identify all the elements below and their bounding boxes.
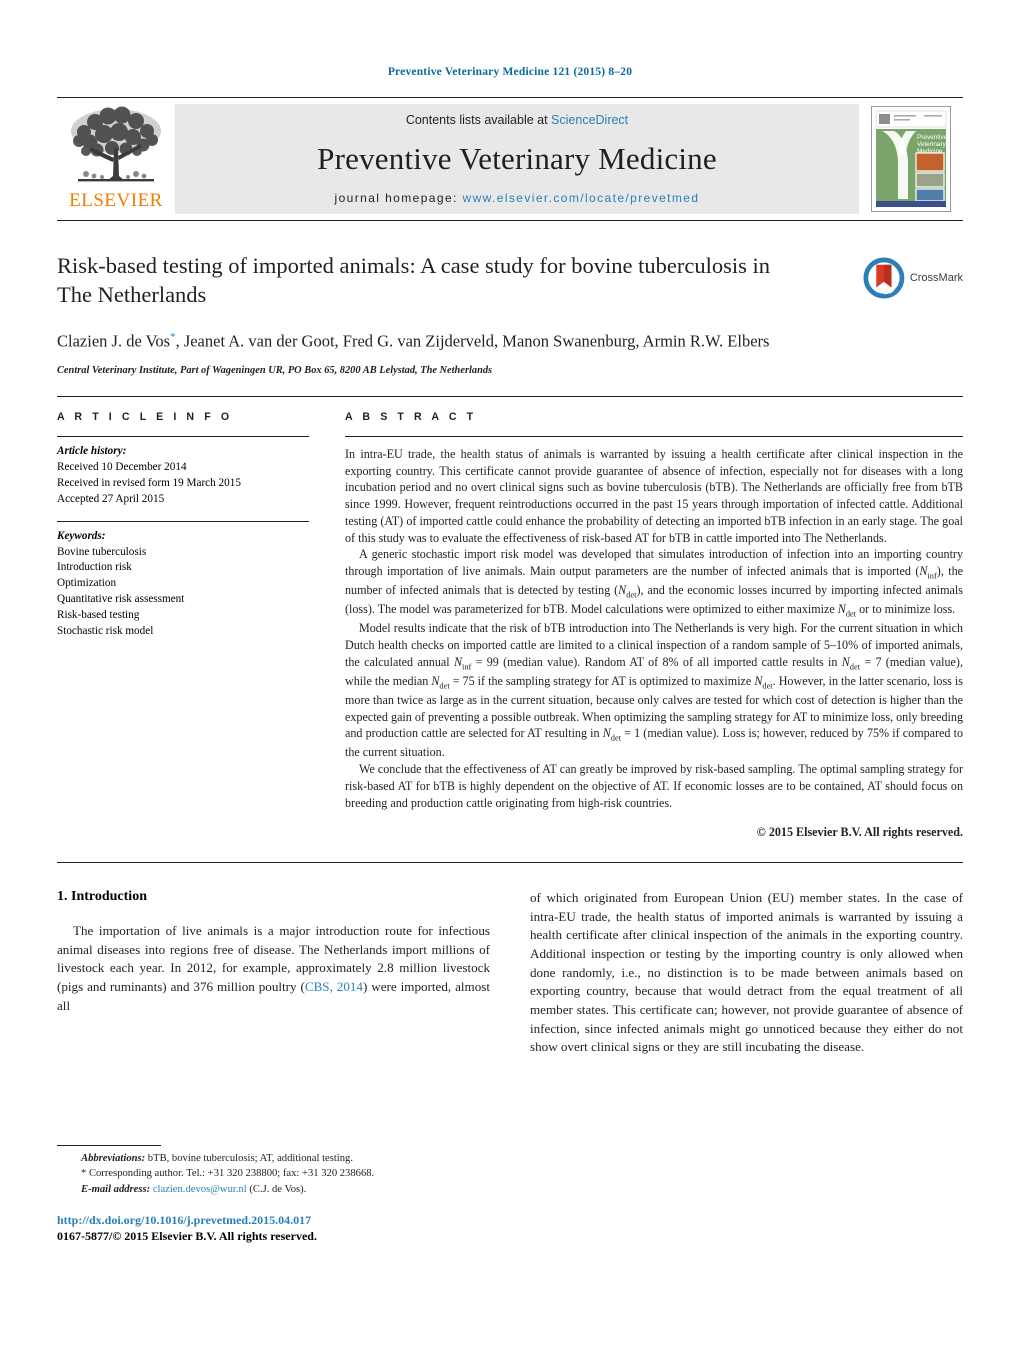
body-paragraph: The importation of live animals is a maj…: [57, 922, 490, 1015]
author-list: Clazien J. de Vos*, Jeanet A. van der Go…: [57, 330, 797, 353]
journal-homepage-link[interactable]: www.elsevier.com/locate/prevetmed: [463, 191, 700, 205]
abstract-text: A generic stochastic import risk model w…: [345, 547, 963, 579]
body-text-right: of which originated from European Union …: [530, 889, 963, 1057]
footer-doi-block: http://dx.doi.org/10.1016/j.prevetmed.20…: [57, 1212, 317, 1245]
abstract-heading: A B S T R A C T: [345, 411, 477, 423]
svg-text:Medicine: Medicine: [917, 148, 943, 155]
abstract-paragraph: We conclude that the effectiveness of AT…: [345, 762, 963, 810]
keywords-list: Keywords: Bovine tuberculosis Introducti…: [57, 522, 309, 640]
symbol-n: N: [453, 654, 463, 669]
sciencedirect-link[interactable]: ScienceDirect: [551, 113, 628, 127]
history-item: Received 10 December 2014: [57, 460, 187, 473]
subscript: inf: [462, 662, 472, 672]
journal-title: Preventive Veterinary Medicine: [317, 141, 717, 176]
article-first-page: Preventive Veterinary Medicine 121 (2015…: [0, 0, 1020, 1351]
keyword-item: Introduction risk: [57, 561, 132, 574]
subscript: det: [845, 609, 857, 619]
journal-homepage-line: journal homepage: www.elsevier.com/locat…: [335, 191, 700, 205]
corresponding-author-note: * Corresponding author. Tel.: +31 320 23…: [81, 1168, 375, 1180]
keywords-label: Keywords:: [57, 529, 106, 542]
article-history: Article history: Received 10 December 20…: [57, 437, 309, 508]
symbol-n: N: [618, 583, 627, 598]
article-info-heading: A R T I C L E I N F O: [57, 411, 233, 423]
abstract-paragraph: In intra-EU trade, the health status of …: [345, 447, 963, 545]
crossmark-badge[interactable]: CrossMark: [863, 253, 963, 303]
abstract-text: or to minimize loss.: [856, 602, 956, 617]
subscript: det: [439, 681, 450, 691]
info-abstract-row: A R T I C L E I N F O Article history: R…: [57, 411, 963, 841]
crossmark-label: CrossMark: [909, 272, 963, 284]
footnote-block: Abbreviations: bTB, bovine tuberculosis;…: [57, 1145, 477, 1197]
symbol-n: N: [841, 654, 850, 669]
subscript: det: [626, 590, 637, 600]
history-item: Received in revised form 19 March 2015: [57, 476, 241, 489]
keyword-item: Risk-based testing: [57, 609, 140, 622]
body-paragraph: of which originated from European Union …: [530, 890, 963, 1055]
abbreviations-label: Abbreviations:: [81, 1153, 146, 1164]
issn-copyright-line: 0167-5877/© 2015 Elsevier B.V. All right…: [57, 1229, 317, 1244]
keyword-item: Optimization: [57, 577, 117, 590]
abbreviations-text: bTB, bovine tuberculosis; AT, additional…: [145, 1153, 353, 1164]
elsevier-tree-icon: [71, 106, 161, 182]
abstract-text: = 75 if the sampling strategy for AT is …: [449, 673, 755, 688]
email-note: E-mail address: clazien.devos@wur.nl (C.…: [57, 1182, 477, 1197]
divider-below-abstract: [57, 862, 963, 864]
section-heading-introduction: 1. Introduction: [57, 889, 147, 905]
email-link[interactable]: clazien.devos@wur.nl: [153, 1184, 247, 1195]
email-label: E-mail address:: [81, 1183, 151, 1195]
subscript: inf: [927, 571, 937, 581]
abstract-paragraph: Model results indicate that the risk of …: [345, 620, 963, 761]
doi-link[interactable]: http://dx.doi.org/10.1016/j.prevetmed.20…: [57, 1212, 317, 1228]
abstract-paragraph: A generic stochastic import risk model w…: [345, 546, 963, 620]
author-names-rest: , Jeanet A. van der Goot, Fred G. van Zi…: [175, 331, 770, 350]
author-names: Clazien J. de Vos: [57, 331, 171, 350]
divider-above-abstract: [57, 396, 963, 397]
body-column-right: of which originated from European Union …: [530, 889, 963, 1057]
email-suffix: (C.J. de Vos).: [246, 1183, 307, 1195]
crossmark-icon: [863, 257, 905, 299]
subscript: det: [849, 662, 861, 672]
contents-prefix: Contents lists available at: [405, 113, 552, 127]
symbol-n: N: [602, 726, 611, 741]
body-column-left: 1. Introduction The importation of live …: [57, 889, 490, 1057]
journal-masthead: ELSEVIER Contents lists available at Sci…: [57, 97, 963, 221]
body-text-left: The importation of live animals is a maj…: [57, 922, 490, 1015]
journal-cover-artwork-icon: Preventive Veterinary Medicine: [872, 107, 950, 211]
elsevier-logo: ELSEVIER: [57, 98, 175, 220]
body-columns: 1. Introduction The importation of live …: [57, 889, 963, 1057]
article-history-label: Article history:: [57, 445, 127, 457]
copyright-line: © 2015 Elsevier B.V. All rights reserved…: [756, 825, 963, 840]
keyword-item: Quantitative risk assessment: [57, 593, 185, 606]
keyword-item: Stochastic risk model: [57, 625, 154, 638]
subscript: det: [610, 733, 622, 743]
subscript: det: [762, 681, 773, 691]
page-title: Risk-based testing of imported animals: …: [57, 253, 771, 308]
journal-cover-thumbnail: Preventive Veterinary Medicine: [859, 98, 963, 220]
abbreviations-note: Abbreviations: bTB, bovine tuberculosis;…: [57, 1151, 477, 1166]
sciencedirect-banner: Contents lists available at ScienceDirec…: [175, 104, 859, 214]
svg-text:Preventive: Preventive: [917, 134, 948, 141]
contents-available-line: Contents lists available at ScienceDirec…: [406, 113, 628, 127]
elsevier-wordmark: ELSEVIER: [69, 190, 163, 211]
citation-link-cbs-2014[interactable]: CBS, 2014: [305, 979, 363, 994]
title-block: CrossMark Risk-based testing of imported…: [57, 251, 963, 379]
keyword-item: Bovine tuberculosis: [57, 545, 147, 558]
svg-text:Veterinary: Veterinary: [917, 141, 947, 148]
abstract-body: In intra-EU trade, the health status of …: [345, 437, 963, 841]
running-head: Preventive Veterinary Medicine 121 (2015…: [387, 66, 633, 78]
homepage-prefix: journal homepage:: [334, 191, 463, 205]
symbol-n: N: [837, 602, 846, 617]
footnote-divider: [57, 1145, 161, 1146]
abstract-column: A B S T R A C T In intra-EU trade, the h…: [345, 411, 963, 841]
article-info-column: A R T I C L E I N F O Article history: R…: [57, 411, 309, 841]
abstract-text: = 99 (median value). Random AT of 8% of …: [471, 654, 842, 669]
history-item: Accepted 27 April 2015: [57, 492, 165, 505]
affiliation: Central Veterinary Institute, Part of Wa…: [57, 364, 493, 376]
